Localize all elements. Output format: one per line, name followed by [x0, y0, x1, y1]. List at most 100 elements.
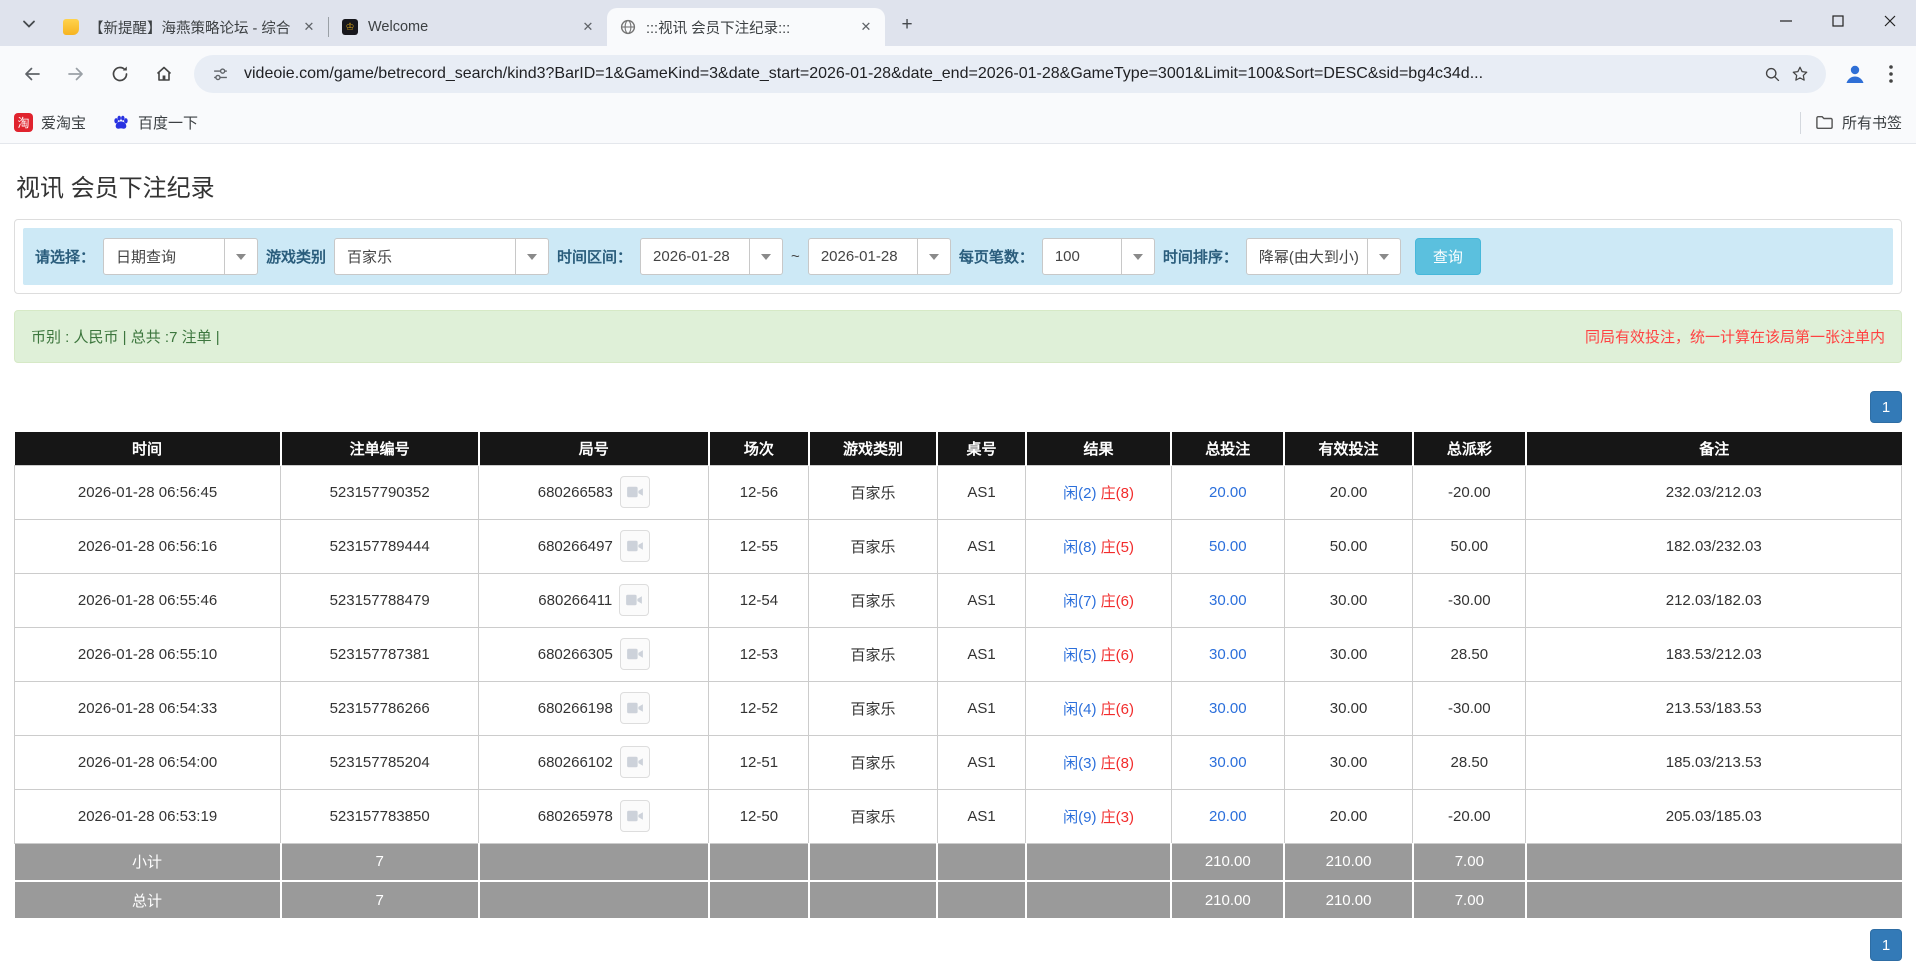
- date-end-select[interactable]: 2026-01-28: [808, 238, 951, 275]
- cell-payout: 28.50: [1413, 627, 1526, 681]
- cell-time: 2026-01-28 06:54:33: [15, 681, 281, 735]
- game-category-select[interactable]: 百家乐: [334, 238, 549, 275]
- chevron-down-icon[interactable]: [1121, 239, 1154, 274]
- chevron-down-icon[interactable]: [749, 239, 782, 274]
- sum-empty: [809, 843, 937, 881]
- time-sort-select[interactable]: 降幂(由大到小): [1246, 238, 1401, 275]
- cell-result: 闲(8) 庄(5): [1026, 519, 1171, 573]
- video-replay-button[interactable]: [620, 530, 650, 562]
- cell-round-id: 680266583: [479, 465, 709, 519]
- table-row: 2026-01-28 06:54:33523157786266680266198…: [15, 681, 1902, 735]
- sum-empty: [709, 843, 809, 881]
- tab-close-icon[interactable]: ✕: [857, 18, 875, 36]
- all-bookmarks-button[interactable]: 所有书签: [1815, 112, 1902, 133]
- cell-game: 百家乐: [809, 735, 937, 789]
- chevron-down-icon[interactable]: [515, 239, 548, 274]
- query-type-select[interactable]: 日期查询: [103, 238, 258, 275]
- cell-game: 百家乐: [809, 573, 937, 627]
- sum-empty: [709, 881, 809, 919]
- address-bar[interactable]: videoie.com/game/betrecord_search/kind3?…: [194, 55, 1826, 93]
- page-number-button[interactable]: 1: [1870, 391, 1902, 423]
- total-bet-link[interactable]: 20.00: [1209, 484, 1247, 501]
- chevron-down-icon[interactable]: [1367, 239, 1400, 274]
- sum-note-empty: [1526, 843, 1902, 881]
- total-bet-link[interactable]: 50.00: [1209, 538, 1247, 555]
- forward-icon[interactable]: [58, 56, 94, 92]
- video-replay-button[interactable]: [620, 692, 650, 724]
- refresh-icon[interactable]: [102, 56, 138, 92]
- cell-time: 2026-01-28 06:54:00: [15, 735, 281, 789]
- result-player: 闲(3): [1063, 755, 1096, 772]
- round-id-text: 680266497: [538, 538, 613, 555]
- total-bet-link[interactable]: 20.00: [1209, 808, 1247, 825]
- column-header: 桌号: [937, 432, 1026, 465]
- page-number-button[interactable]: 1: [1870, 929, 1902, 961]
- cell-table-no: AS1: [937, 519, 1026, 573]
- browser-menu-icon[interactable]: [1876, 57, 1906, 91]
- cell-bet-id: 523157786266: [281, 681, 479, 735]
- minimize-button[interactable]: [1760, 0, 1812, 42]
- table-row: 2026-01-28 06:56:16523157789444680266497…: [15, 519, 1902, 573]
- tab-search-button[interactable]: [14, 9, 44, 39]
- sum-count: 7: [281, 843, 479, 881]
- back-icon[interactable]: [14, 56, 50, 92]
- cell-payout: -20.00: [1413, 789, 1526, 843]
- search-button[interactable]: 查询: [1415, 238, 1481, 275]
- new-tab-button[interactable]: +: [893, 11, 921, 39]
- cell-time: 2026-01-28 06:55:46: [15, 573, 281, 627]
- table-row: 2026-01-28 06:53:19523157783850680265978…: [15, 789, 1902, 843]
- bookmark-star-icon[interactable]: [1786, 60, 1814, 88]
- cell-bet-id: 523157785204: [281, 735, 479, 789]
- sum-total-bet: 210.00: [1171, 843, 1284, 881]
- cell-time: 2026-01-28 06:53:19: [15, 789, 281, 843]
- video-replay-button[interactable]: [620, 476, 650, 508]
- table-row: 2026-01-28 06:55:10523157787381680266305…: [15, 627, 1902, 681]
- video-replay-button[interactable]: [620, 800, 650, 832]
- result-banker: 庄(8): [1101, 485, 1134, 502]
- tab-close-icon[interactable]: ✕: [579, 18, 597, 36]
- bookmarks-bar: 淘爱淘宝 百度一下 所有书签: [0, 102, 1916, 144]
- page-title: 视讯 会员下注纪录: [16, 168, 1902, 203]
- round-id-text: 680265978: [538, 808, 613, 825]
- bookmark-item[interactable]: 淘爱淘宝: [14, 112, 86, 133]
- cell-result: 闲(9) 庄(3): [1026, 789, 1171, 843]
- cell-round-id: 680265978: [479, 789, 709, 843]
- cell-game: 百家乐: [809, 627, 937, 681]
- chevron-down-icon[interactable]: [224, 239, 257, 274]
- sum-empty: [937, 843, 1026, 881]
- tab-close-icon[interactable]: ✕: [300, 18, 318, 36]
- home-icon[interactable]: [146, 56, 182, 92]
- bookmark-label: 百度一下: [138, 112, 198, 133]
- total-bet-link[interactable]: 30.00: [1209, 646, 1247, 663]
- cell-result: 闲(5) 庄(6): [1026, 627, 1171, 681]
- total-bet-link[interactable]: 30.00: [1209, 700, 1247, 717]
- result-player: 闲(8): [1063, 539, 1096, 556]
- bookmark-item[interactable]: 百度一下: [112, 112, 198, 133]
- result-player: 闲(7): [1063, 593, 1096, 610]
- cell-round-id: 680266497: [479, 519, 709, 573]
- site-settings-icon[interactable]: [206, 60, 234, 88]
- total-bet-link[interactable]: 30.00: [1209, 592, 1247, 609]
- close-window-button[interactable]: [1864, 0, 1916, 42]
- browser-tab[interactable]: :::视讯 会员下注纪录:::✕: [607, 8, 885, 46]
- url-text[interactable]: videoie.com/game/betrecord_search/kind3?…: [244, 65, 1758, 83]
- time-sort-label: 时间排序：: [1163, 246, 1238, 267]
- cell-table-no: AS1: [937, 465, 1026, 519]
- cell-bet-id: 523157787381: [281, 627, 479, 681]
- browser-tab[interactable]: ♔Welcome✕: [329, 8, 607, 46]
- total-bet-link[interactable]: 30.00: [1209, 754, 1247, 771]
- maximize-button[interactable]: [1812, 0, 1864, 42]
- column-header: 有效投注: [1284, 432, 1412, 465]
- game-category-label: 游戏类别: [266, 246, 326, 267]
- video-replay-button[interactable]: [620, 746, 650, 778]
- chevron-down-icon[interactable]: [917, 239, 950, 274]
- browser-tab[interactable]: 【新提醒】海燕策略论坛 - 综合✕: [50, 8, 328, 46]
- result-banker: 庄(8): [1101, 755, 1134, 772]
- date-start-select[interactable]: 2026-01-28: [640, 238, 783, 275]
- video-replay-button[interactable]: [619, 584, 649, 616]
- zoom-page-icon[interactable]: [1758, 60, 1786, 88]
- video-replay-button[interactable]: [620, 638, 650, 670]
- profile-avatar[interactable]: [1838, 57, 1872, 91]
- column-header: 总投注: [1171, 432, 1284, 465]
- per-page-select[interactable]: 100: [1042, 238, 1155, 275]
